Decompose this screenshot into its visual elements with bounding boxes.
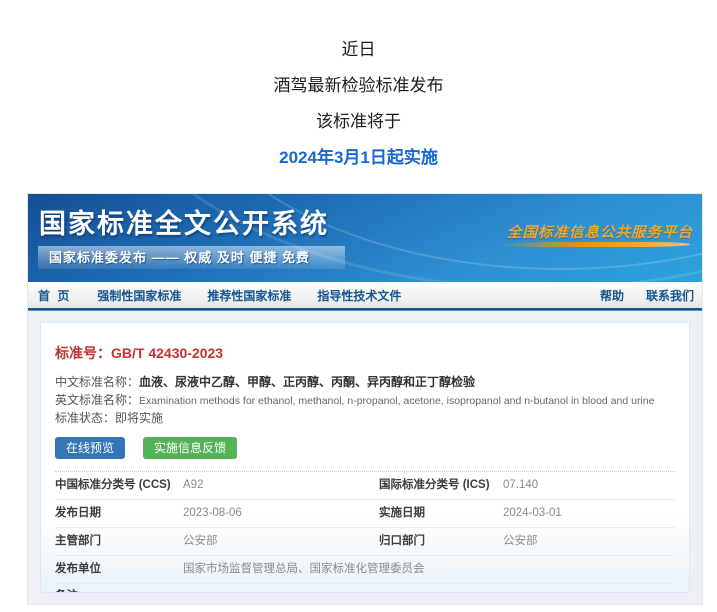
- table-row: 主管部门 公安部 归口部门 公安部: [55, 528, 675, 556]
- cn-name-line: 中文标准名称：血液、尿液中乙醇、甲醇、正丙醇、丙酮、异丙醇和正丁醇检验: [55, 374, 675, 392]
- online-preview-button[interactable]: 在线预览: [55, 437, 125, 459]
- detail-label-centralized-dept: 归口部门: [379, 528, 503, 555]
- nav-item-guiding-documents[interactable]: 指导性技术文件: [317, 287, 401, 304]
- site-title: 国家标准全文公开系统: [39, 202, 329, 241]
- intro-line-2: 酒驾最新检验标准发布: [0, 74, 717, 97]
- detail-label-publish-date: 发布日期: [55, 500, 183, 527]
- nav-item-home[interactable]: 首 页: [38, 287, 71, 304]
- cn-name-label: 中文标准名称：: [55, 375, 139, 389]
- detail-value-remarks: [183, 584, 675, 594]
- intro-line-1: 近日: [0, 38, 717, 61]
- standard-number-line: 标准号：GB/T 42430-2023: [55, 343, 675, 363]
- cn-name-value: 血液、尿液中乙醇、甲醇、正丙醇、丙酮、异丙醇和正丁醇检验: [139, 375, 475, 389]
- intro-highlight-date: 2024年3月1日起实施: [0, 146, 717, 169]
- nav-item-recommended-standards[interactable]: 推荐性国家标准: [207, 287, 291, 304]
- detail-label-competent-dept: 主管部门: [55, 528, 183, 555]
- detail-value-publisher: 国家市场监督管理总局、国家标准化管理委员会: [183, 556, 675, 583]
- detail-value-ics: 07.140: [503, 472, 675, 499]
- detail-value-implement-date: 2024-03-01: [503, 500, 675, 527]
- detail-label-remarks: 备注: [55, 584, 183, 594]
- standards-site-screenshot: 国家标准全文公开系统 国家标准委发布 —— 权威 及时 便捷 免费 全国标准信息…: [28, 194, 702, 604]
- nav-item-contact[interactable]: 联系我们: [646, 287, 694, 304]
- standard-meta-block: 中文标准名称：血液、尿液中乙醇、甲醇、正丙醇、丙酮、异丙醇和正丁醇检验 英文标准…: [55, 374, 675, 428]
- detail-label-ccs: 中国标准分类号 (CCS): [55, 472, 183, 499]
- platform-banner-text: 全国标准信息公共服务平台: [507, 221, 693, 242]
- en-name-label: 英文标准名称：: [55, 393, 139, 407]
- standard-number-label: 标准号：: [55, 345, 111, 361]
- nav-item-mandatory-standards[interactable]: 强制性国家标准: [97, 287, 181, 304]
- intro-line-3: 该标准将于: [0, 110, 717, 133]
- page-body: 标准号：GB/T 42430-2023 中文标准名称：血液、尿液中乙醇、甲醇、正…: [28, 311, 702, 604]
- standard-detail-card: 标准号：GB/T 42430-2023 中文标准名称：血液、尿液中乙醇、甲醇、正…: [40, 322, 690, 593]
- site-subtitle-strip: 国家标准委发布 —— 权威 及时 便捷 免费: [38, 246, 345, 269]
- detail-value-publish-date: 2023-08-06: [183, 500, 379, 527]
- en-name-value: Examination methods for ethanol, methano…: [139, 395, 654, 407]
- intro-text-block: 近日 酒驾最新检验标准发布 该标准将于 2024年3月1日起实施: [0, 0, 717, 169]
- detail-value-competent-dept: 公安部: [183, 528, 379, 555]
- platform-underline-swoosh: [501, 242, 691, 247]
- detail-value-centralized-dept: 公安部: [503, 528, 675, 555]
- en-name-line: 英文标准名称：Examination methods for ethanol, …: [55, 392, 675, 411]
- table-row: 中国标准分类号 (CCS) A92 国际标准分类号 (ICS) 07.140: [55, 472, 675, 500]
- nav-item-help[interactable]: 帮助: [600, 287, 624, 304]
- table-row: 备注: [55, 584, 675, 594]
- table-row: 发布日期 2023-08-06 实施日期 2024-03-01: [55, 500, 675, 528]
- main-nav-bar: 首 页 强制性国家标准 推荐性国家标准 指导性技术文件 帮助 联系我们: [28, 282, 702, 310]
- status-label: 标准状态：: [55, 411, 115, 425]
- detail-value-ccs: A92: [183, 472, 379, 499]
- detail-label-publisher: 发布单位: [55, 556, 183, 583]
- implementation-feedback-button[interactable]: 实施信息反馈: [143, 437, 237, 459]
- detail-label-ics: 国际标准分类号 (ICS): [379, 472, 503, 499]
- status-value: 即将实施: [115, 411, 163, 425]
- site-header-banner: 国家标准全文公开系统 国家标准委发布 —— 权威 及时 便捷 免费 全国标准信息…: [28, 194, 702, 282]
- table-row: 发布单位 国家市场监督管理总局、国家标准化管理委员会: [55, 556, 675, 584]
- standard-number-value: GB/T 42430-2023: [111, 345, 223, 361]
- action-buttons-row: 在线预览 实施信息反馈: [55, 437, 675, 459]
- status-line: 标准状态：即将实施: [55, 410, 675, 428]
- detail-label-implement-date: 实施日期: [379, 500, 503, 527]
